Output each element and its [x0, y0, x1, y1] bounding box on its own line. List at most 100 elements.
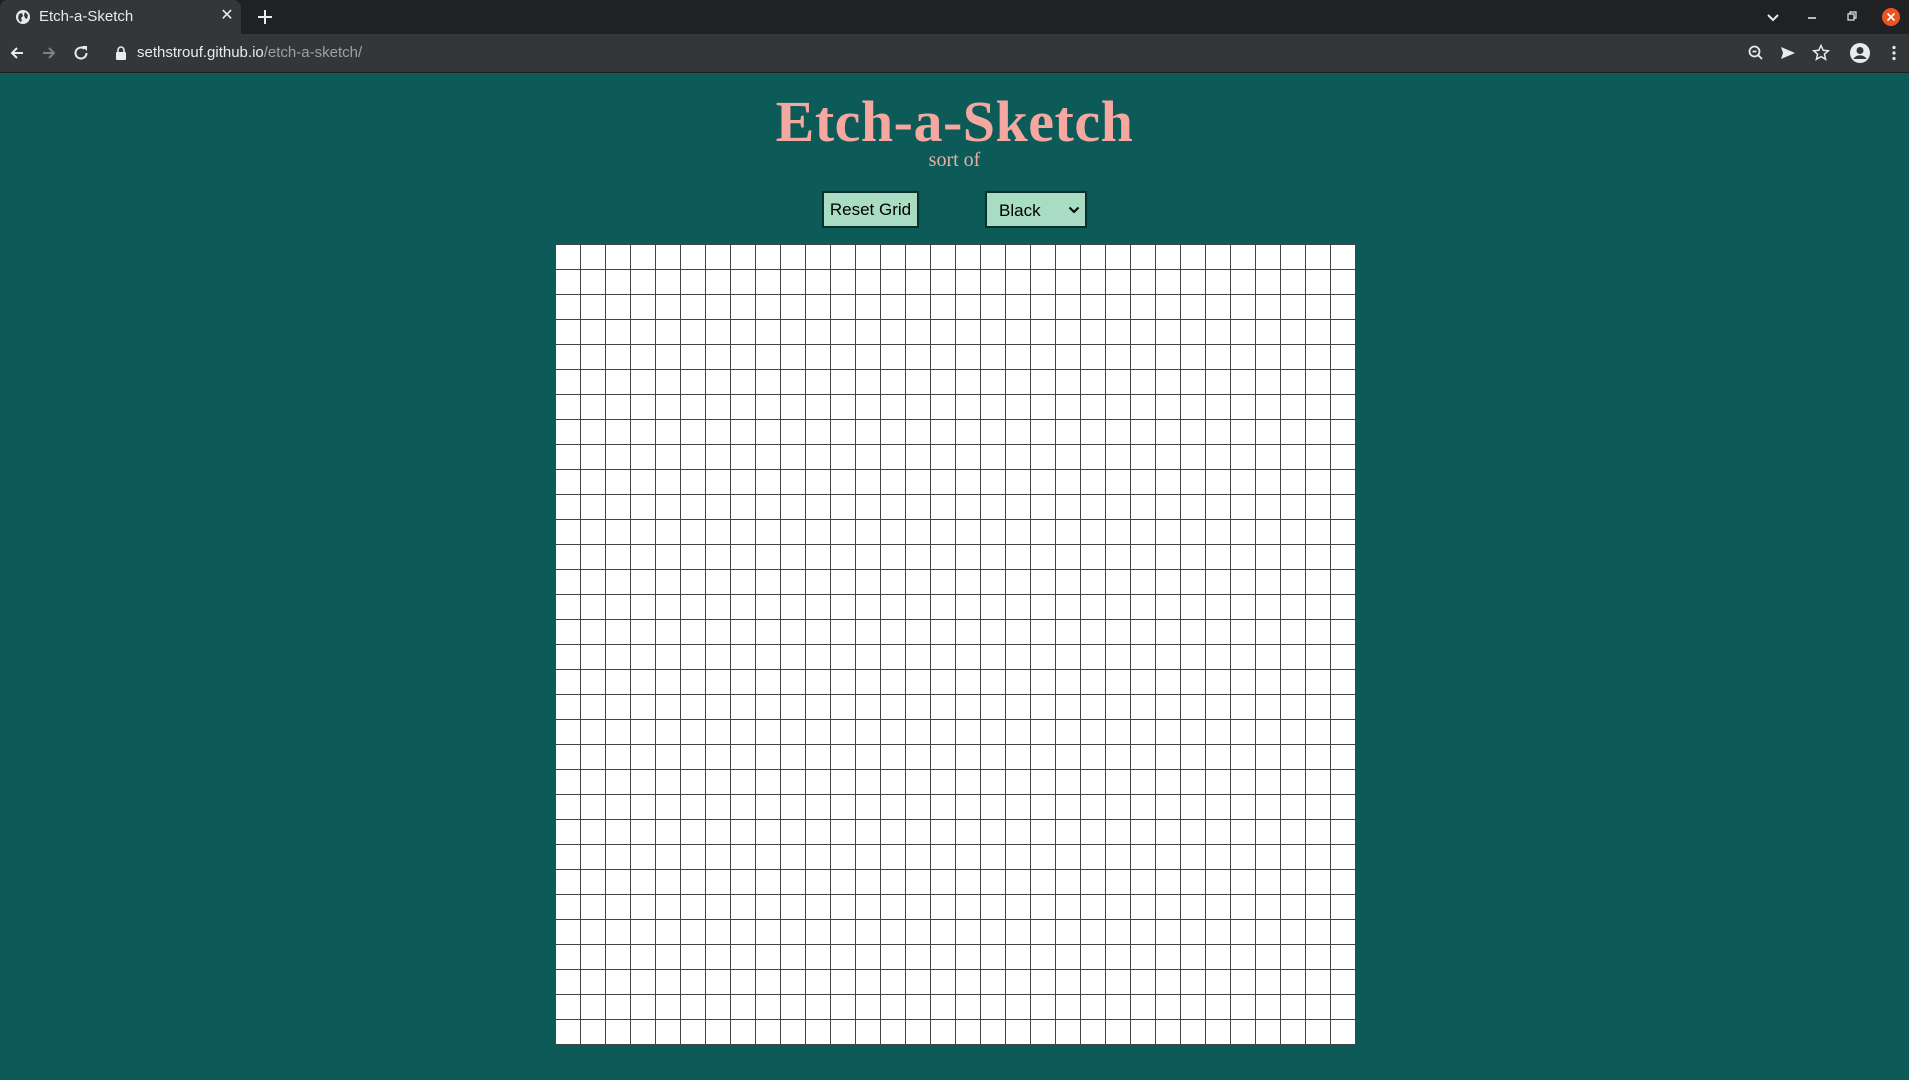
- grid-cell[interactable]: [906, 795, 931, 820]
- grid-cell[interactable]: [1081, 445, 1106, 470]
- grid-cell[interactable]: [831, 770, 856, 795]
- grid-cell[interactable]: [1081, 970, 1106, 995]
- grid-cell[interactable]: [931, 1020, 956, 1045]
- grid-cell[interactable]: [1181, 920, 1206, 945]
- grid-cell[interactable]: [731, 795, 756, 820]
- grid-cell[interactable]: [881, 620, 906, 645]
- grid-cell[interactable]: [1056, 970, 1081, 995]
- color-select[interactable]: Black: [985, 191, 1087, 228]
- grid-cell[interactable]: [606, 445, 631, 470]
- grid-cell[interactable]: [1231, 820, 1256, 845]
- grid-cell[interactable]: [1331, 270, 1356, 295]
- grid-cell[interactable]: [1031, 245, 1056, 270]
- grid-cell[interactable]: [581, 470, 606, 495]
- grid-cell[interactable]: [706, 820, 731, 845]
- grid-cell[interactable]: [1081, 795, 1106, 820]
- grid-cell[interactable]: [1106, 995, 1131, 1020]
- grid-cell[interactable]: [1181, 945, 1206, 970]
- grid-cell[interactable]: [756, 1020, 781, 1045]
- grid-cell[interactable]: [831, 820, 856, 845]
- grid-cell[interactable]: [931, 395, 956, 420]
- grid-cell[interactable]: [1156, 320, 1181, 345]
- grid-cell[interactable]: [1006, 870, 1031, 895]
- grid-cell[interactable]: [1031, 370, 1056, 395]
- grid-cell[interactable]: [1206, 420, 1231, 445]
- grid-cell[interactable]: [556, 995, 581, 1020]
- grid-cell[interactable]: [1081, 495, 1106, 520]
- grid-cell[interactable]: [1106, 870, 1131, 895]
- grid-cell[interactable]: [1106, 620, 1131, 645]
- grid-cell[interactable]: [706, 770, 731, 795]
- grid-cell[interactable]: [981, 570, 1006, 595]
- grid-cell[interactable]: [931, 420, 956, 445]
- grid-cell[interactable]: [756, 320, 781, 345]
- grid-cell[interactable]: [956, 945, 981, 970]
- grid-cell[interactable]: [1181, 295, 1206, 320]
- grid-cell[interactable]: [706, 470, 731, 495]
- grid-cell[interactable]: [731, 495, 756, 520]
- grid-cell[interactable]: [606, 520, 631, 545]
- grid-cell[interactable]: [1081, 770, 1106, 795]
- grid-cell[interactable]: [931, 570, 956, 595]
- grid-cell[interactable]: [581, 795, 606, 820]
- grid-cell[interactable]: [656, 445, 681, 470]
- grid-cell[interactable]: [881, 945, 906, 970]
- grid-cell[interactable]: [1231, 770, 1256, 795]
- grid-cell[interactable]: [1306, 245, 1331, 270]
- minimize-icon[interactable]: [1802, 7, 1822, 27]
- grid-cell[interactable]: [831, 395, 856, 420]
- grid-cell[interactable]: [1256, 270, 1281, 295]
- grid-cell[interactable]: [706, 845, 731, 870]
- grid-cell[interactable]: [806, 670, 831, 695]
- grid-cell[interactable]: [1281, 245, 1306, 270]
- grid-cell[interactable]: [556, 645, 581, 670]
- grid-cell[interactable]: [556, 270, 581, 295]
- grid-cell[interactable]: [1206, 720, 1231, 745]
- grid-cell[interactable]: [1181, 370, 1206, 395]
- grid-cell[interactable]: [556, 670, 581, 695]
- grid-cell[interactable]: [706, 495, 731, 520]
- grid-cell[interactable]: [1056, 470, 1081, 495]
- grid-cell[interactable]: [681, 695, 706, 720]
- grid-cell[interactable]: [581, 820, 606, 845]
- grid-cell[interactable]: [581, 570, 606, 595]
- grid-cell[interactable]: [681, 620, 706, 645]
- grid-cell[interactable]: [831, 345, 856, 370]
- grid-cell[interactable]: [1256, 245, 1281, 270]
- grid-cell[interactable]: [856, 520, 881, 545]
- grid-cell[interactable]: [831, 1020, 856, 1045]
- grid-cell[interactable]: [1256, 445, 1281, 470]
- address-bar[interactable]: sethstrouf.github.io/etch-a-sketch/: [137, 44, 362, 61]
- grid-cell[interactable]: [556, 295, 581, 320]
- grid-cell[interactable]: [1256, 420, 1281, 445]
- grid-cell[interactable]: [606, 270, 631, 295]
- grid-cell[interactable]: [1056, 670, 1081, 695]
- grid-cell[interactable]: [1281, 795, 1306, 820]
- grid-cell[interactable]: [1306, 445, 1331, 470]
- grid-cell[interactable]: [706, 345, 731, 370]
- grid-cell[interactable]: [606, 620, 631, 645]
- grid-cell[interactable]: [1006, 420, 1031, 445]
- grid-cell[interactable]: [931, 695, 956, 720]
- grid-cell[interactable]: [1256, 695, 1281, 720]
- grid-cell[interactable]: [1056, 720, 1081, 745]
- grid-cell[interactable]: [631, 795, 656, 820]
- grid-cell[interactable]: [656, 595, 681, 620]
- grid-cell[interactable]: [656, 945, 681, 970]
- grid-cell[interactable]: [781, 845, 806, 870]
- grid-cell[interactable]: [1206, 695, 1231, 720]
- grid-cell[interactable]: [1056, 795, 1081, 820]
- grid-cell[interactable]: [806, 845, 831, 870]
- grid-cell[interactable]: [606, 920, 631, 945]
- grid-cell[interactable]: [781, 770, 806, 795]
- grid-cell[interactable]: [1206, 745, 1231, 770]
- grid-cell[interactable]: [1306, 270, 1331, 295]
- grid-cell[interactable]: [556, 920, 581, 945]
- grid-cell[interactable]: [806, 870, 831, 895]
- grid-cell[interactable]: [1281, 495, 1306, 520]
- grid-cell[interactable]: [1031, 295, 1056, 320]
- grid-cell[interactable]: [706, 620, 731, 645]
- grid-cell[interactable]: [1281, 595, 1306, 620]
- grid-cell[interactable]: [1331, 345, 1356, 370]
- grid-cell[interactable]: [1056, 270, 1081, 295]
